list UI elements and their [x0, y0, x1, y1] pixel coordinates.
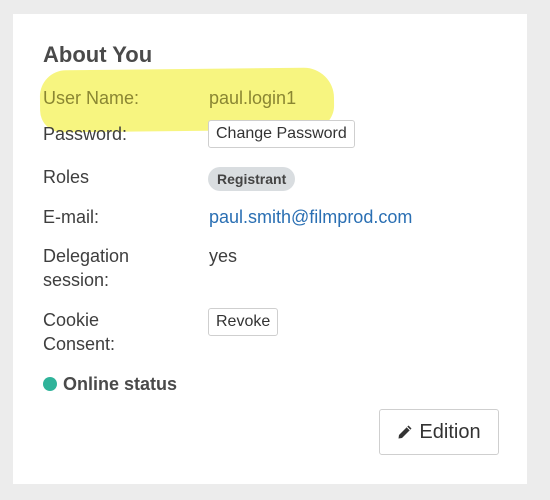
role-badge: Registrant	[208, 167, 296, 191]
delegation-label-line1: Delegation	[43, 246, 130, 266]
delegation-value: yes	[209, 246, 238, 266]
edition-button-label: Edition	[419, 420, 481, 443]
cookie-label-line2: Consent:	[43, 334, 116, 354]
online-status-dot-icon	[43, 377, 57, 391]
delegation-label-line2: session:	[43, 270, 110, 290]
pencil-icon	[398, 425, 412, 439]
change-password-button[interactable]: Change Password	[208, 120, 355, 148]
cookie-label-line1: Cookie	[43, 310, 100, 330]
user-name-value: paul.login1	[209, 88, 297, 108]
user-name-label: User Name:	[43, 88, 140, 108]
email-link[interactable]: paul.smith@filmprod.com	[209, 205, 412, 229]
email-label: E-mail:	[43, 207, 100, 227]
roles-label: Roles	[43, 167, 90, 187]
edition-button[interactable]: Edition	[379, 409, 499, 455]
online-status-label: Online status	[63, 374, 178, 394]
revoke-button[interactable]: Revoke	[208, 308, 279, 336]
about-you-panel: About You User Name: paul.login1 Passwor…	[13, 14, 527, 484]
section-title: About You	[43, 42, 153, 67]
online-status: Online status	[43, 372, 177, 396]
password-label: Password:	[43, 124, 128, 144]
